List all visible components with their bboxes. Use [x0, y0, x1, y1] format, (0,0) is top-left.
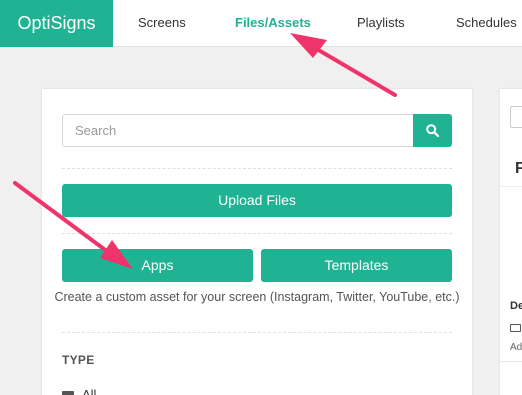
nav-item-schedules[interactable]: Schedules — [456, 0, 517, 47]
divider — [500, 361, 522, 362]
assets-sidebar-panel: Upload Files Apps Templates Create a cus… — [42, 89, 472, 395]
nav-item-files-assets[interactable]: Files/Assets — [235, 0, 311, 47]
divider — [500, 186, 522, 187]
apps-button[interactable]: Apps — [62, 249, 253, 282]
folder-icon — [62, 391, 74, 395]
folder-icon — [510, 324, 521, 332]
divider — [62, 332, 452, 333]
search-icon — [426, 124, 439, 137]
divider — [62, 168, 452, 169]
apps-help-text: Create a custom asset for your screen (I… — [54, 290, 460, 304]
nav-item-playlists[interactable]: Playlists — [357, 0, 405, 47]
content-heading-fragment: F — [515, 160, 522, 177]
app-logo[interactable]: OptiSigns — [0, 0, 113, 47]
upload-files-button[interactable]: Upload Files — [62, 184, 452, 217]
assets-content-panel: F De Ad — [500, 89, 522, 395]
type-filter-heading: TYPE — [62, 353, 95, 367]
search-input[interactable] — [62, 114, 414, 147]
nav-item-screens[interactable]: Screens — [138, 0, 186, 47]
search-button[interactable] — [413, 114, 452, 147]
view-toggle-box[interactable] — [510, 106, 522, 128]
type-filter-all-label: All — [82, 387, 97, 395]
top-navigation-bar: OptiSigns Screens Files/Assets Playlists… — [0, 0, 522, 47]
asset-card-meta-fragment: Ad — [510, 342, 522, 353]
type-filter-all[interactable]: All — [62, 387, 96, 395]
divider — [62, 233, 452, 234]
asset-card-title-fragment[interactable]: De — [510, 300, 522, 312]
templates-button[interactable]: Templates — [261, 249, 452, 282]
